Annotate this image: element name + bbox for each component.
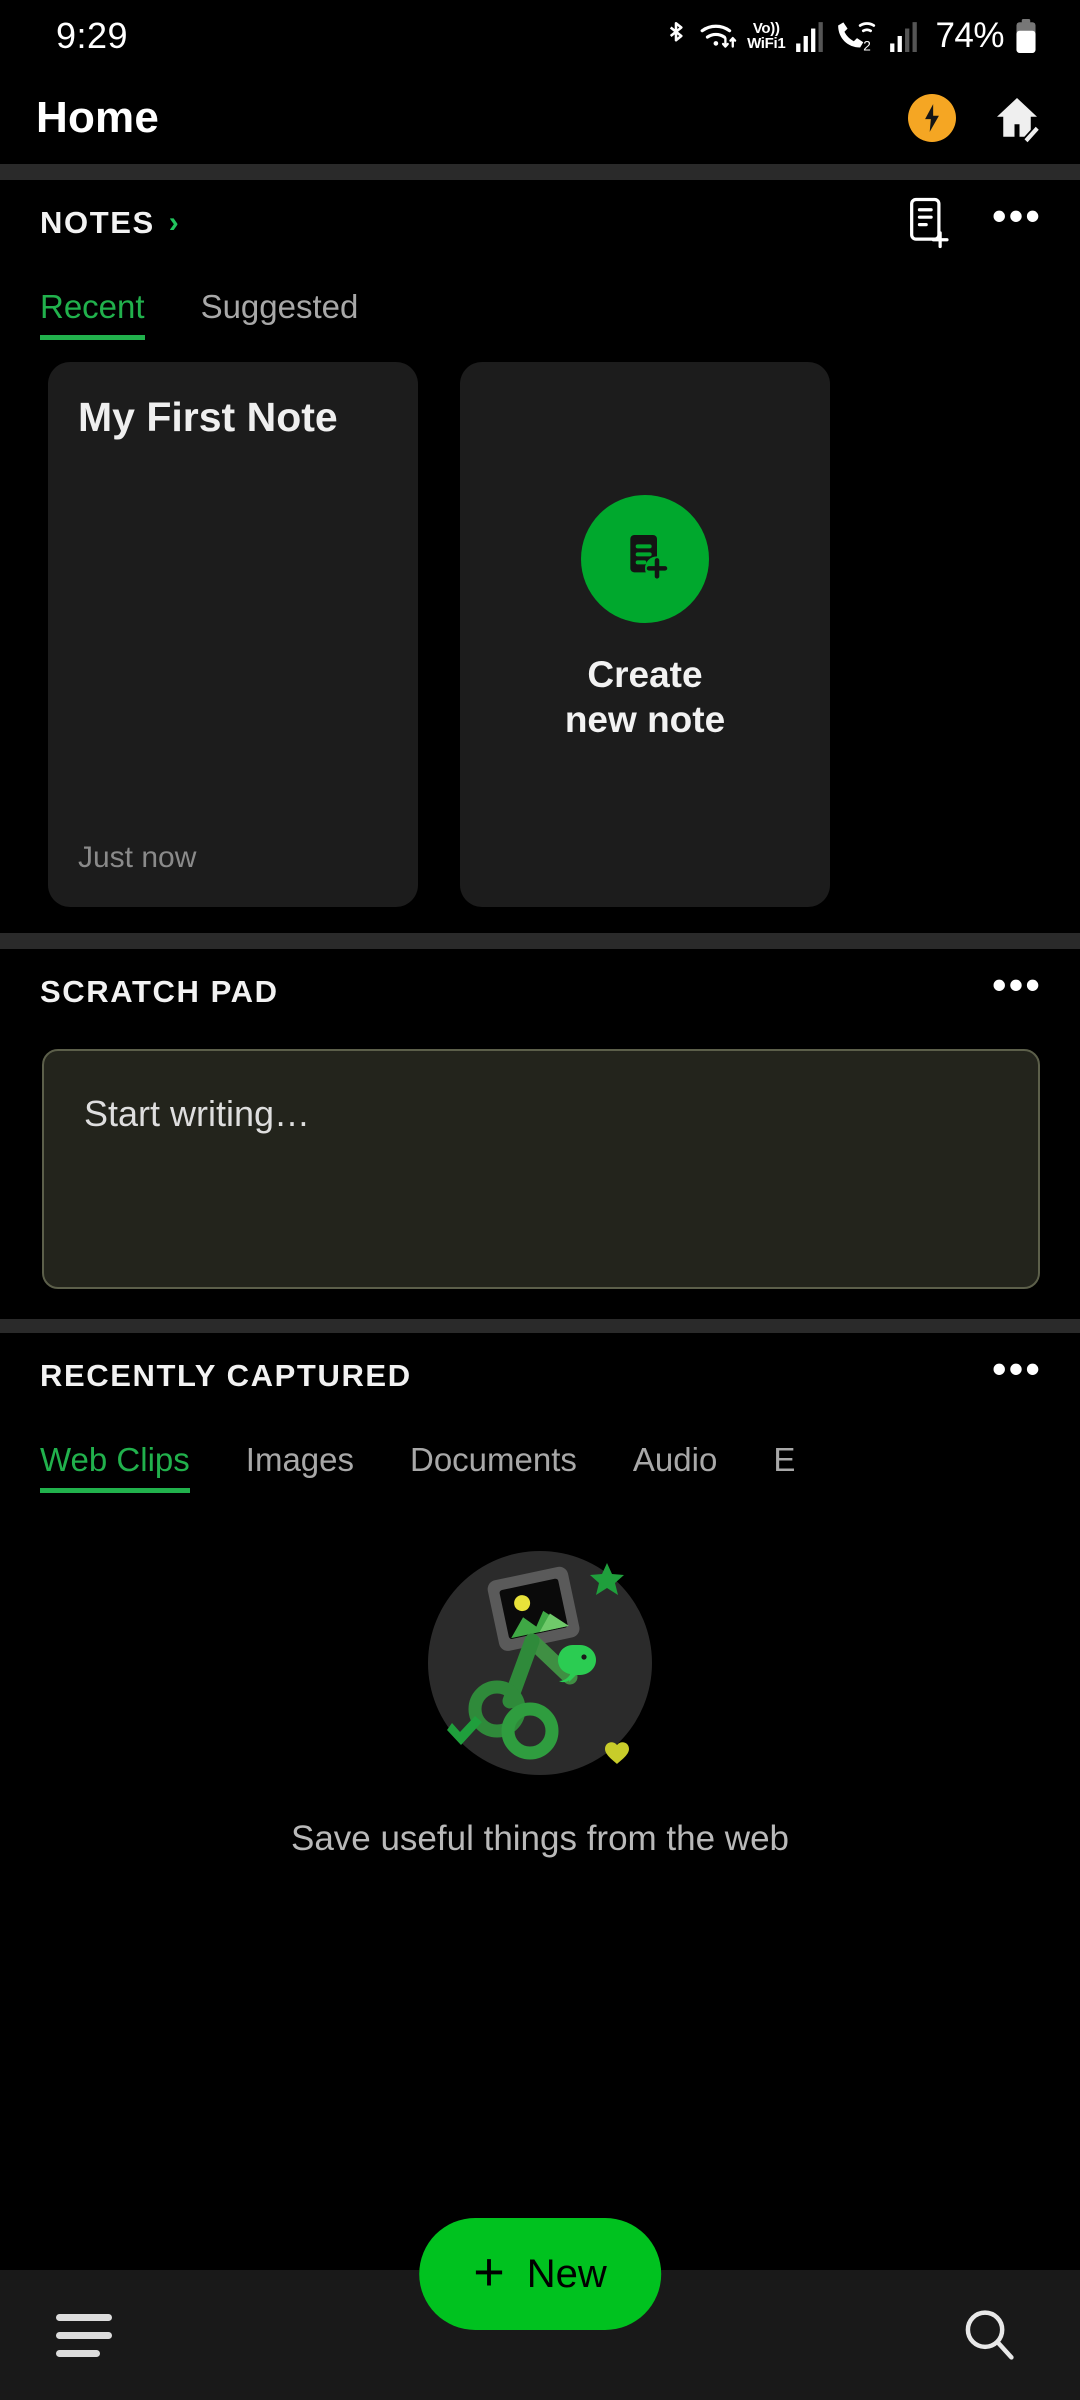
signal-bars-2-icon [890,22,918,52]
create-note-label-line2: new note [564,698,726,740]
recently-captured-tabs: Web Clips Images Documents Audio E [0,1419,1080,1493]
bluetooth-icon [669,21,683,42]
tab-documents[interactable]: Documents [410,1441,577,1493]
create-note-icon [581,495,709,624]
app-bar: Home [0,72,1080,164]
recently-captured-empty-state: Save useful things from the web [0,1493,1080,1859]
note-card[interactable]: My First Note Just now [48,362,418,907]
web-clipper-illustration [405,1523,675,1793]
section-divider-2 [0,933,1080,949]
notes-section-title: NOTES [40,205,155,240]
call-wifi-2-icon: 2 [838,22,876,53]
more-options-icon[interactable]: ••• [992,194,1042,239]
status-icons: Vo)) WiFi1 2 74% [663,16,1038,56]
tab-web-clips[interactable]: Web Clips [40,1441,190,1493]
more-options-icon[interactable]: ••• [992,1347,1042,1392]
app-bar-actions [908,93,1042,143]
tab-emails[interactable]: E [773,1441,795,1493]
wifi-icon [700,24,737,48]
volte-line-1: Vo)) [752,20,780,37]
notes-section-actions: ••• [906,194,1042,249]
recently-captured-section: RECENTLY CAPTURED ••• Web Clips Images D… [0,1333,1080,1859]
notes-section-header: NOTES › ••• [0,180,1080,266]
svg-text:2: 2 [864,39,872,53]
create-note-label: Create new note [565,653,725,742]
battery-icon [1016,19,1036,53]
section-divider [0,164,1080,180]
signal-bars-icon [796,22,824,52]
hamburger-menu-icon[interactable] [56,2313,112,2357]
new-button-label: New [526,2251,607,2296]
scratch-pad-section: SCRATCH PAD ••• Start writing… [0,949,1080,1289]
tab-images[interactable]: Images [246,1441,354,1493]
more-options-icon[interactable]: ••• [992,963,1042,1008]
create-note-label-line1: Create [587,654,703,696]
create-new-note-card[interactable]: Create new note [460,362,830,907]
note-card-timestamp: Just now [78,841,197,874]
note-add-icon[interactable] [906,197,952,249]
tab-recent[interactable]: Recent [40,288,145,340]
chevron-right-icon: › [168,206,179,239]
volte-line-2: WiFi1 [747,35,786,52]
scratch-pad-title: SCRATCH PAD [40,974,279,1009]
recently-captured-title: RECENTLY CAPTURED [40,1358,412,1393]
notes-card-list: My First Note Just now Create new note [0,340,1080,933]
tab-audio[interactable]: Audio [633,1441,717,1493]
note-card-title: My First Note [78,394,338,440]
notes-tabs: Recent Suggested [0,266,1080,340]
lightning-bolt-icon[interactable] [908,94,956,142]
volte-wifi-icon: Vo)) WiFi1 [747,20,786,52]
home-edit-icon[interactable] [992,93,1042,143]
recently-captured-empty-text: Save useful things from the web [290,1819,790,1858]
search-icon[interactable] [960,2306,1018,2364]
recently-captured-header: RECENTLY CAPTURED ••• [0,1333,1080,1419]
section-divider-3 [0,1319,1080,1333]
scratch-pad-input[interactable]: Start writing… [42,1049,1040,1289]
notes-title-link[interactable]: NOTES › [40,205,179,241]
scratch-pad-header: SCRATCH PAD ••• [0,949,1080,1035]
status-clock: 9:29 [56,15,129,56]
status-bar: 9:29 Vo)) WiFi1 2 74% [0,0,1080,72]
page-title: Home [36,93,160,142]
plus-icon: + [473,2242,505,2302]
new-button[interactable]: + New [419,2218,661,2330]
tab-suggested[interactable]: Suggested [201,288,359,340]
notes-section: NOTES › ••• Recent Suggested My First No… [0,180,1080,933]
battery-percent-label: 74% [935,16,1004,55]
